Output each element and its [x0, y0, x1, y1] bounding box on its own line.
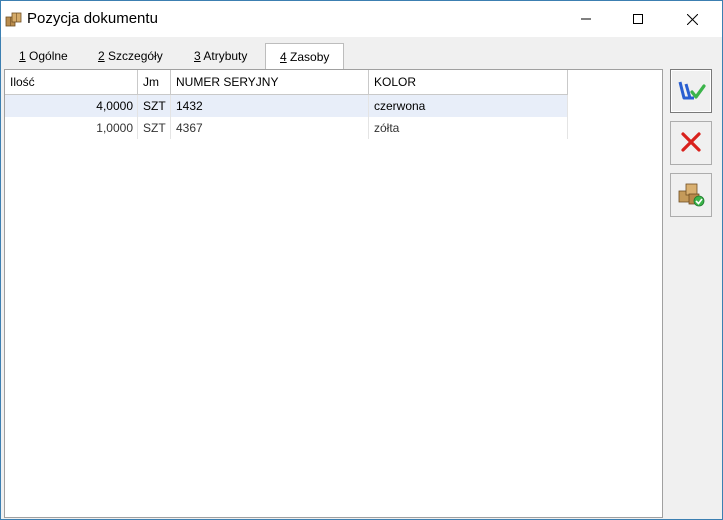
cell-unit[interactable]: SZT: [138, 95, 171, 117]
tab-bar: 1 Ogólne 2 Szczegóły 3 Atrybuty 4 Zasoby: [1, 41, 722, 71]
package-icon: [5, 11, 23, 27]
close-button[interactable]: [669, 1, 715, 37]
cell-unit[interactable]: SZT: [138, 117, 171, 139]
cell-qty[interactable]: 4,0000: [5, 95, 138, 117]
resources-grid[interactable]: Ilość Jm NUMER SERYJNY KOLOR 4,0000 SZT …: [4, 69, 663, 518]
tab-szczegoly[interactable]: 2 Szczegóły: [92, 45, 169, 67]
minimize-icon: [581, 18, 591, 20]
cell-qty[interactable]: 1,0000: [5, 117, 138, 139]
resources-button[interactable]: [670, 173, 712, 217]
grid-header: Ilość Jm NUMER SERYJNY KOLOR: [5, 70, 568, 95]
cell-color[interactable]: czerwona: [369, 95, 568, 117]
column-header-unit[interactable]: Jm: [138, 70, 171, 94]
save-icon: [676, 76, 706, 107]
maximize-icon: [633, 14, 643, 24]
resources-icon: [676, 179, 706, 212]
cell-color[interactable]: zółta: [369, 117, 568, 139]
dialog-window: Pozycja dokumentu 1 Ogólne 2 Szczegóły 3…: [0, 0, 723, 520]
column-header-color[interactable]: KOLOR: [369, 70, 568, 94]
tab-atrybuty[interactable]: 3 Atrybuty: [188, 45, 253, 67]
cancel-button[interactable]: [670, 121, 712, 165]
close-icon: [686, 13, 698, 25]
cell-serial[interactable]: 4367: [171, 117, 369, 139]
tab-ogolne[interactable]: 1 Ogólne: [13, 45, 74, 67]
save-button[interactable]: [670, 69, 712, 113]
title-bar[interactable]: Pozycja dokumentu: [1, 1, 722, 37]
column-header-serial[interactable]: NUMER SERYJNY: [171, 70, 369, 94]
tab-zasoby[interactable]: 4 Zasoby: [265, 43, 345, 71]
table-row[interactable]: 4,0000 SZT 1432 czerwona: [5, 95, 568, 117]
window-title: Pozycja dokumentu: [27, 10, 158, 27]
table-row[interactable]: 1,0000 SZT 4367 zółta: [5, 117, 568, 139]
column-header-qty[interactable]: Ilość: [5, 70, 138, 94]
maximize-button[interactable]: [615, 1, 661, 37]
minimize-button[interactable]: [563, 1, 609, 37]
cancel-x-icon: [680, 131, 702, 156]
cell-serial[interactable]: 1432: [171, 95, 369, 117]
